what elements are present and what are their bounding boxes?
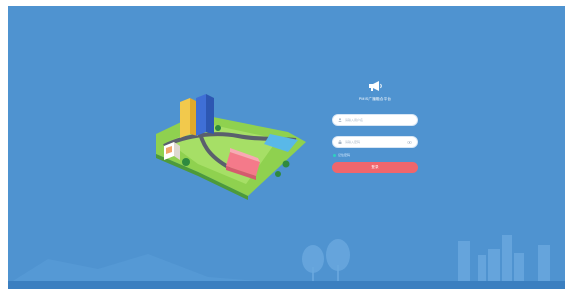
- skyline-decoration: [8, 235, 565, 289]
- eye-icon[interactable]: [407, 140, 412, 144]
- password-field[interactable]: [332, 136, 418, 148]
- login-panel: PMIS广播融合平台 记住密码 登录: [330, 80, 420, 173]
- login-screen: PMIS广播融合平台 记住密码 登录: [8, 6, 565, 289]
- lock-icon: [338, 140, 342, 144]
- remember-checkbox[interactable]: [333, 153, 336, 157]
- password-input[interactable]: [345, 138, 404, 146]
- username-input[interactable]: [345, 116, 412, 124]
- megaphone-icon: [369, 81, 382, 91]
- username-field[interactable]: [332, 114, 418, 126]
- user-icon: [338, 118, 342, 122]
- bottom-strip: [8, 281, 565, 289]
- remember-label: 记住密码: [338, 153, 351, 157]
- remember-password[interactable]: 记住密码: [333, 153, 350, 157]
- login-button[interactable]: 登录: [332, 162, 418, 173]
- city-illustration: [156, 94, 306, 200]
- app-title: PMIS广播融合平台: [358, 97, 392, 101]
